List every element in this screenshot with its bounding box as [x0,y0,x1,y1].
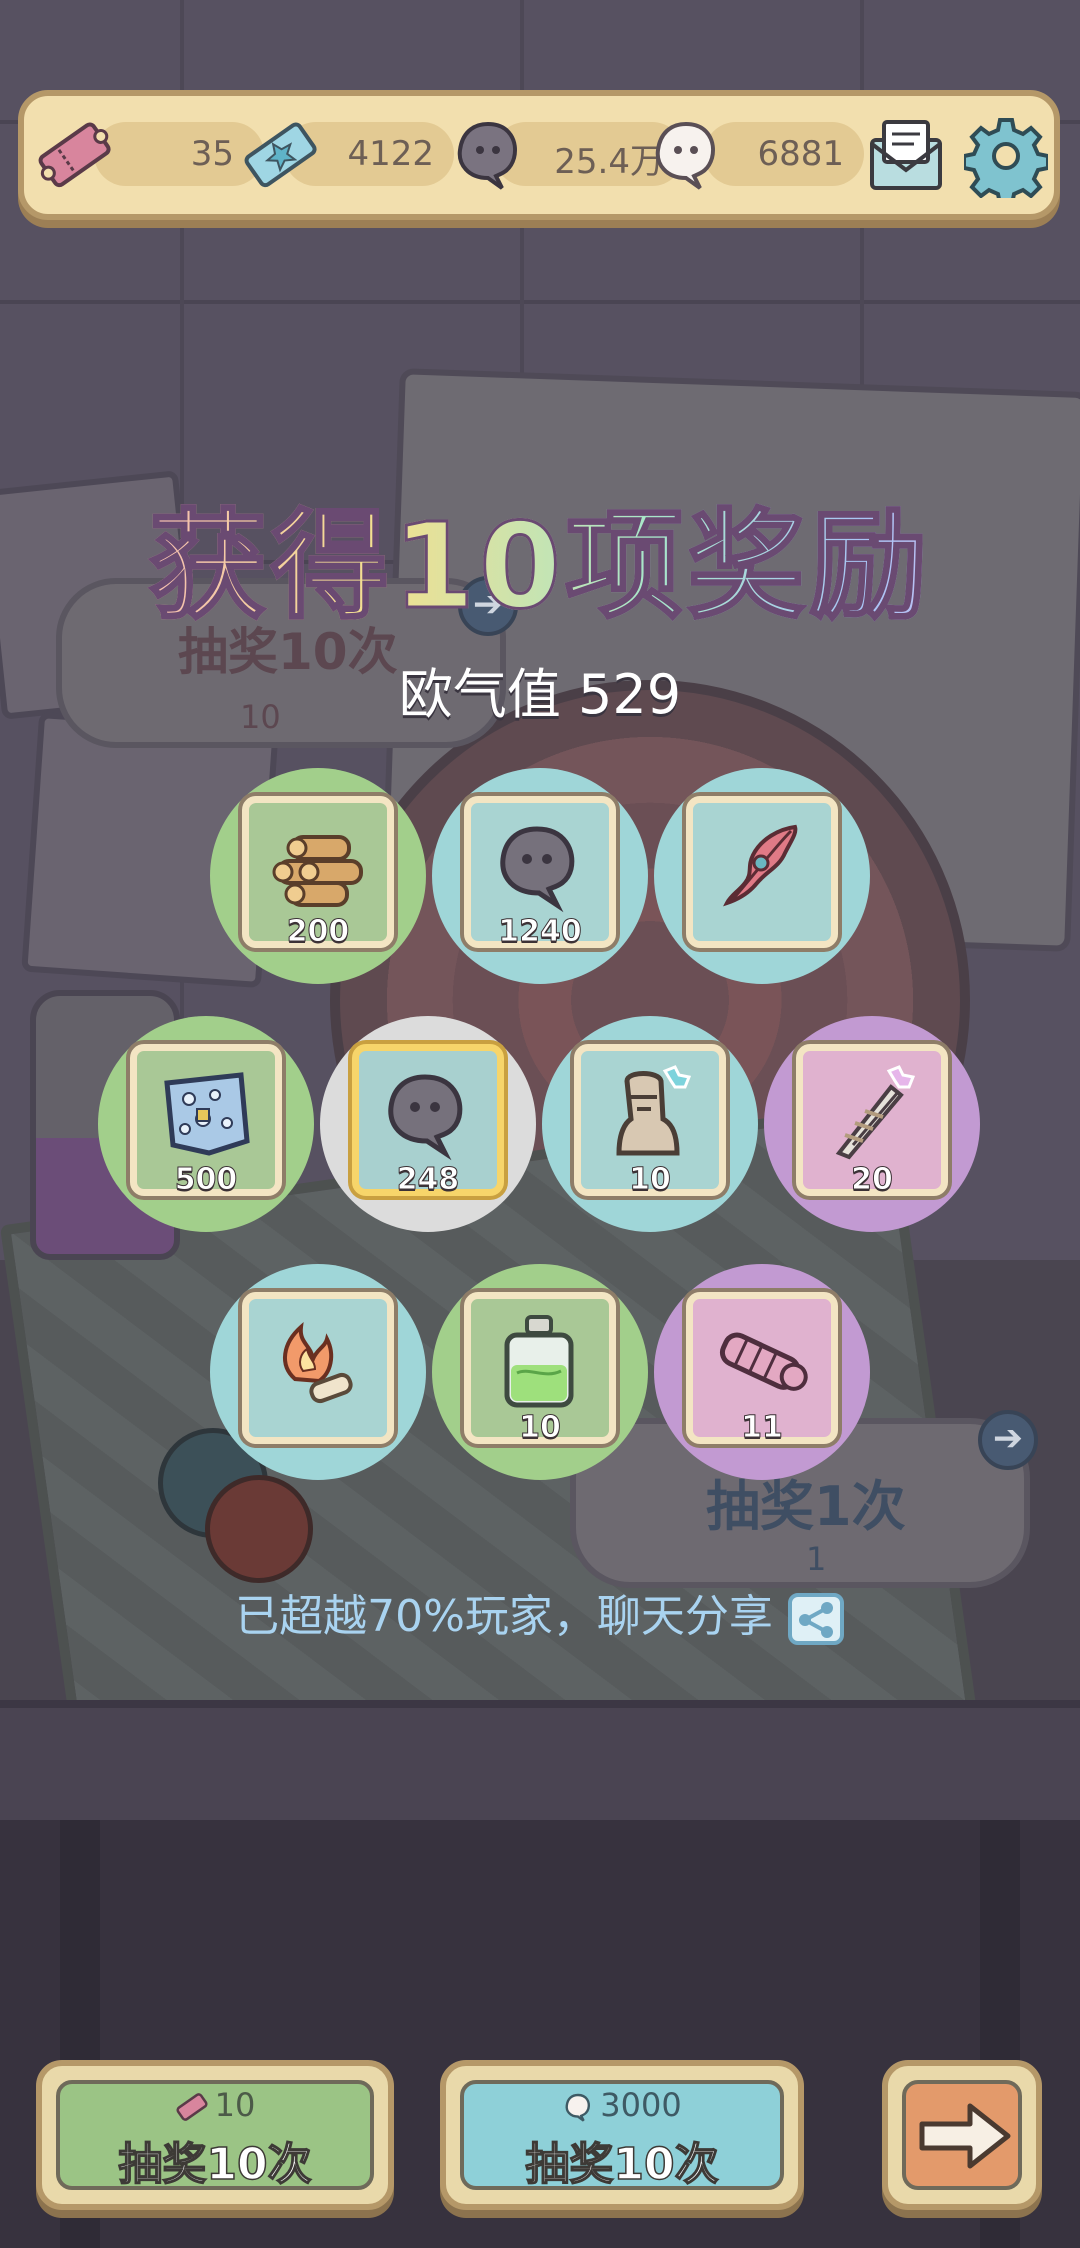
mail-icon[interactable] [864,114,948,198]
reward-quantity: 248 [396,1162,460,1198]
reward-item[interactable]: 20 [764,1016,980,1232]
dark-soul-icon [457,121,517,190]
dark-soul-count: 25.4万 [554,142,664,182]
reward-quantity: 1240 [498,914,583,950]
draw-ten-soul-button[interactable]: 3000 抽奖10次 [440,2060,804,2210]
share-text[interactable]: 已超越70%玩家，聊天分享 [235,1591,773,1642]
reward-card [686,796,838,948]
reward-item[interactable]: 248 [320,1016,536,1232]
bandaged-blade-icon [835,1065,916,1160]
dark-soul-icon [388,1074,463,1161]
reward-item[interactable]: 1240 [432,768,648,984]
reward-title: 获得10项奖励 [0,470,1080,641]
draw-ten-label: 抽奖10次 [525,2138,720,2191]
red-feather-icon [723,824,798,907]
soul-cost-value: 3000 [600,2086,682,2124]
light-soul-count: 6881 [757,134,844,174]
bubble-arrow-icon: ➔ [978,1410,1038,1470]
soul-cost: 3000 [446,2086,798,2124]
reward-quantity: 200 [286,914,350,950]
reward-quantity: 10 [629,1162,672,1198]
reward-item[interactable] [210,1264,426,1480]
reward-item[interactable]: 10 [432,1264,648,1480]
arrow-right-icon [919,2103,1011,2169]
wall-plank [0,300,1080,304]
star-ticket-icon [244,122,317,188]
reward-card [242,1292,394,1444]
reward-item[interactable] [654,768,870,984]
luck-value: 欧气值 529 [398,663,682,726]
share-icon[interactable] [787,1592,845,1646]
reward-item[interactable]: 500 [98,1016,314,1232]
pink-cannon-icon [719,1332,808,1391]
ticket-cost-value: 10 [214,2086,256,2124]
gear-icon[interactable] [964,114,1048,198]
reward-item[interactable]: 10 [542,1016,758,1232]
draw-one-bubble-cost: 1 [806,1540,827,1578]
blue-map-icon [164,1072,250,1156]
flaming-scroll-icon [282,1321,353,1404]
wood-logs-icon [272,835,363,907]
draw-ten-ticket-button[interactable]: 10 抽奖10次 [36,2060,394,2210]
reward-quantity: 11 [741,1410,784,1446]
moai-statue-icon [616,1065,692,1156]
ticket-icon [38,122,111,188]
next-button[interactable] [882,2060,1042,2210]
reward-quantity: 500 [174,1162,238,1198]
table-top [0,1700,1080,1820]
reward-item[interactable]: 11 [654,1264,870,1480]
ticket-count: 35 [190,134,234,174]
reward-item[interactable]: 200 [210,768,426,984]
red-ball [205,1475,313,1583]
reward-quantity: 10 [519,1410,562,1446]
ticket-icon [176,2093,208,2121]
draw-ten-label: 抽奖10次 [118,2138,313,2191]
share-line[interactable]: 已超越70%玩家，聊天分享 [0,1580,1080,1646]
light-soul-icon [565,2093,591,2122]
reward-quantity: 20 [851,1162,894,1198]
ticket-cost: 10 [42,2086,388,2124]
light-soul-icon [655,121,715,190]
crystal-count: 4122 [347,134,434,174]
green-potion-icon [504,1315,574,1408]
dark-soul-icon [500,826,575,913]
resource-bar: 35 4122 25.4万 6881 [18,90,1060,220]
